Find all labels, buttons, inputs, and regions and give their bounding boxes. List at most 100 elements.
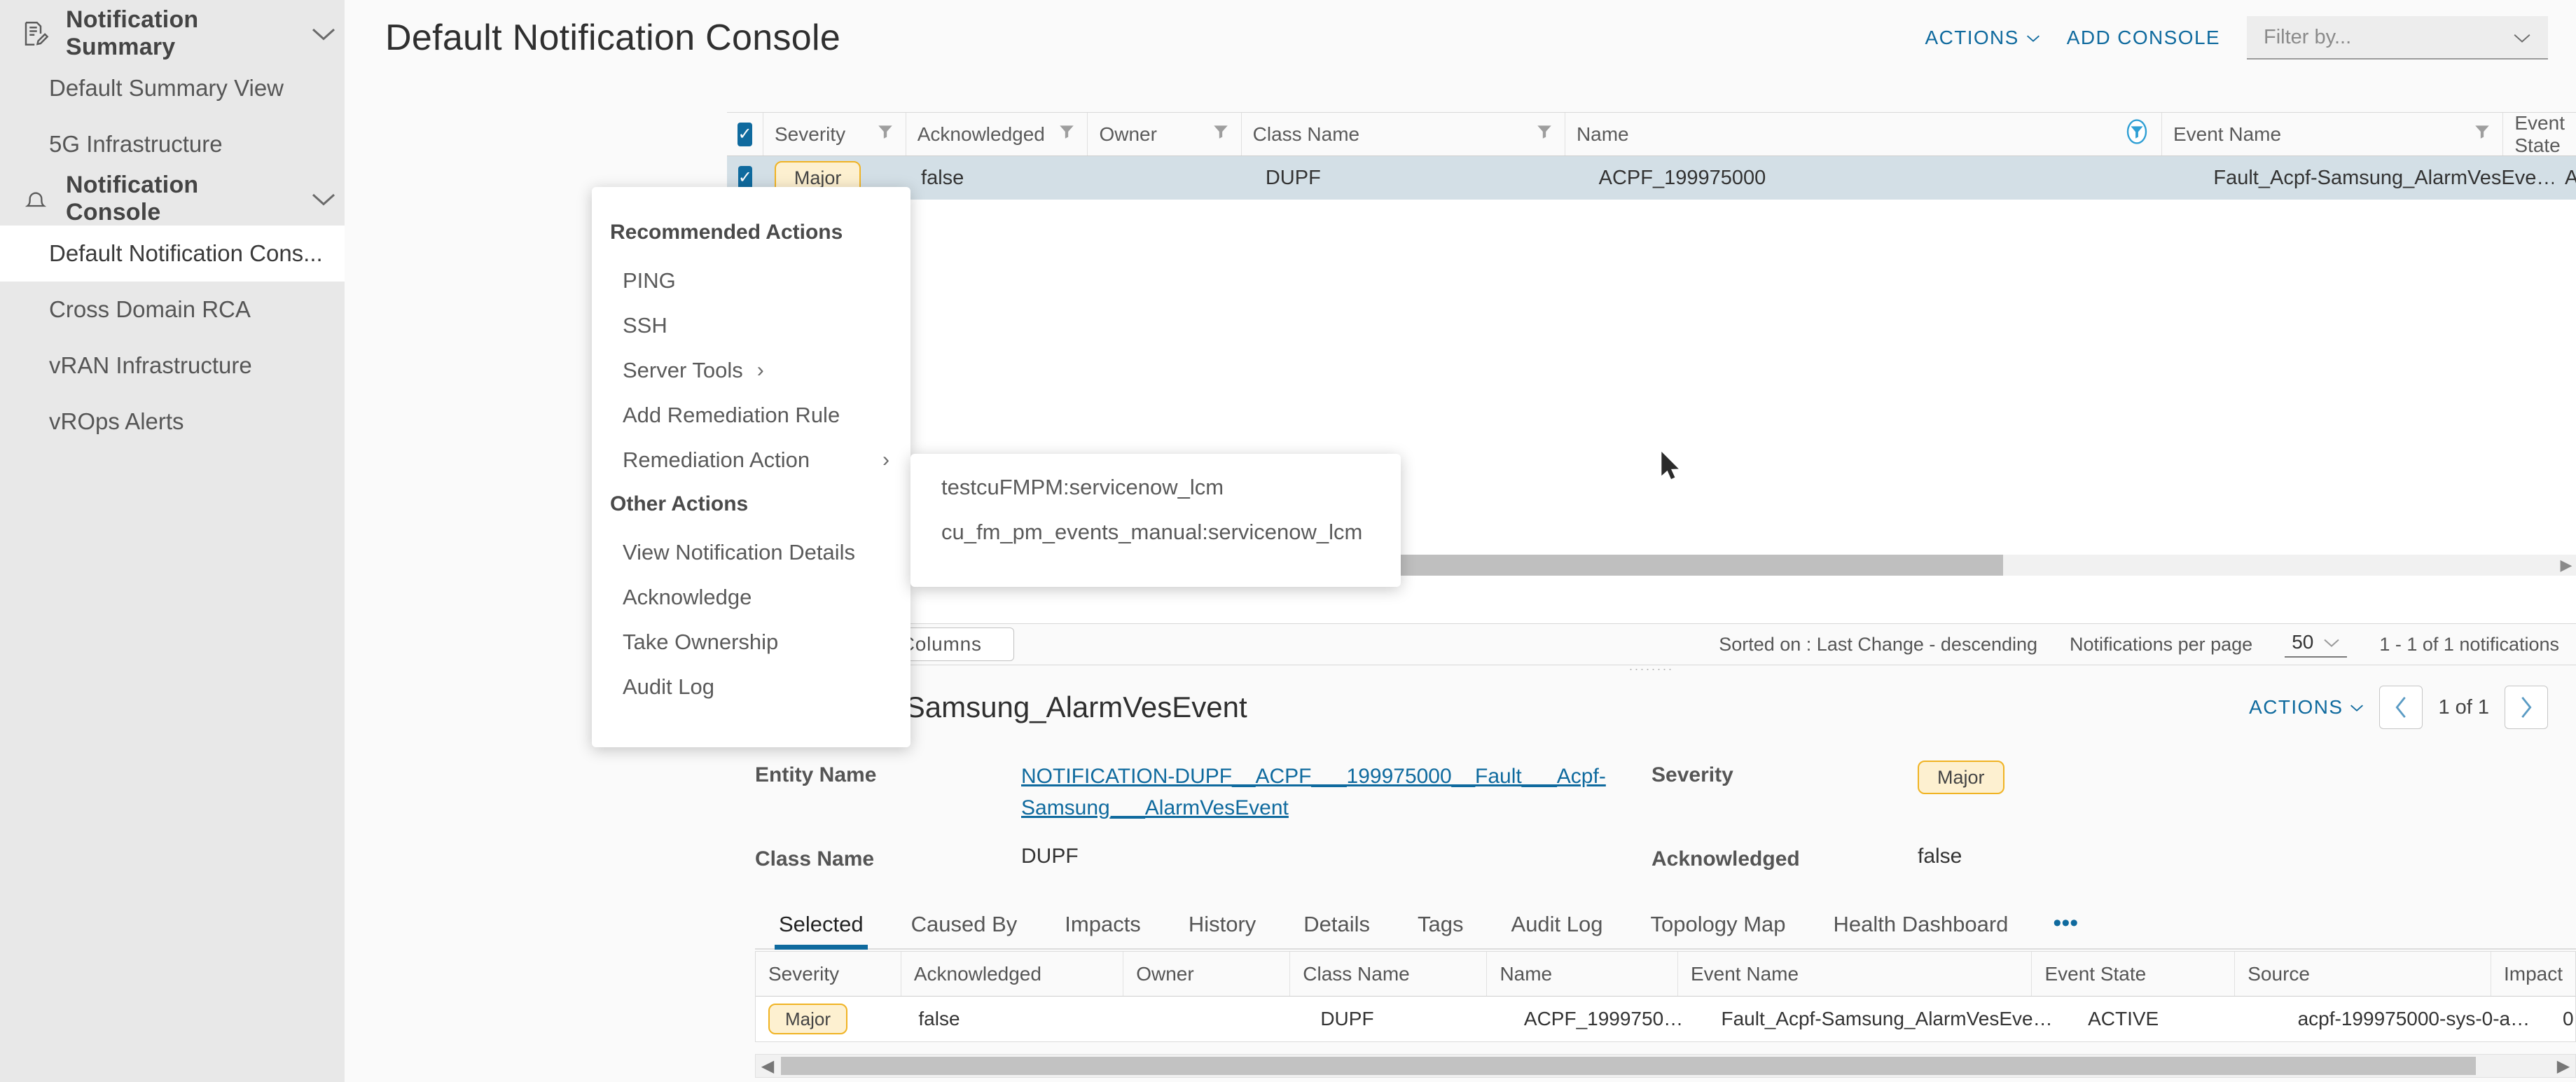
selected-notifications-table: Severity Acknowledged Owner Class Name N… — [755, 951, 2576, 1042]
context-menu-item-take-ownership[interactable]: Take Ownership — [592, 620, 910, 665]
submenu-item-testcufmpm[interactable]: testcuFMPM:servicenow_lcm — [910, 465, 1401, 510]
context-menu-item-ssh[interactable]: SSH — [592, 303, 910, 348]
mouse-cursor — [1661, 452, 1682, 486]
sidebar-item-label: 5G Infrastructure — [49, 131, 223, 157]
tab-caused-by[interactable]: Caused By — [887, 912, 1041, 948]
scroll-left-icon[interactable]: ◀ — [756, 1056, 780, 1076]
menu-item-label: Take Ownership — [623, 630, 779, 654]
filter-by-select[interactable]: Filter by... — [2247, 16, 2548, 60]
bt-column-class-name[interactable]: Class Name — [1290, 952, 1488, 996]
bt-column-severity[interactable]: Severity — [756, 952, 901, 996]
tab-audit-log[interactable]: Audit Log — [1488, 912, 1627, 948]
scroll-right-icon[interactable]: ▶ — [2556, 556, 2576, 574]
actions-button[interactable]: ACTIONS — [1925, 27, 2040, 49]
column-header-severity[interactable]: Severity — [763, 113, 906, 155]
context-menu-item-add-remediation-rule[interactable]: Add Remediation Rule — [592, 393, 910, 438]
chevron-down-icon[interactable] — [303, 26, 345, 41]
chevron-down-icon[interactable] — [303, 191, 345, 207]
nav-group-notification-summary[interactable]: Notification Summary — [0, 6, 345, 60]
tab-history[interactable]: History — [1165, 912, 1280, 948]
sidebar-item-default-notification-console[interactable]: Default Notification Cons... — [0, 226, 345, 282]
menu-item-label: cu_fm_pm_events_manual:servicenow_lcm — [941, 520, 1363, 544]
entity-name-link[interactable]: NOTIFICATION-DUPF__ACPF___199975000__Fau… — [1021, 761, 1651, 824]
table-row[interactable]: Major false DUPF ACPF_1999750… Fault_Acp… — [756, 997, 2575, 1041]
column-header-class-name[interactable]: Class Name — [1242, 113, 1565, 155]
bt-column-acknowledged[interactable]: Acknowledged — [901, 952, 1124, 996]
sidebar-item-default-summary-view[interactable]: Default Summary View — [0, 60, 345, 116]
bottom-horizontal-scrollbar[interactable]: ◀ ▶ — [755, 1054, 2576, 1078]
page-title: Default Notification Console — [385, 18, 841, 58]
submenu-item-cu-fm-pm-events-manual[interactable]: cu_fm_pm_events_manual:servicenow_lcm — [910, 510, 1401, 555]
column-header-acknowledged[interactable]: Acknowledged — [906, 113, 1088, 155]
context-menu-section-recommended: Recommended Actions — [610, 221, 843, 244]
sidebar-item-vrops-alerts[interactable]: vROps Alerts — [0, 394, 345, 450]
filter-icon[interactable] — [876, 123, 894, 146]
tab-selected[interactable]: Selected — [755, 912, 887, 950]
tab-topology-map[interactable]: Topology Map — [1627, 912, 1810, 948]
bt-column-event-state[interactable]: Event State — [2032, 952, 2236, 996]
context-menu-item-server-tools[interactable]: Server Tools › — [592, 348, 910, 393]
sidebar-item-label: Cross Domain RCA — [49, 296, 251, 322]
next-notification-button[interactable] — [2505, 686, 2548, 729]
grid-header-row: ✓ Severity Acknowledged Owner Class Name… — [727, 111, 2576, 156]
context-menu-item-view-notification-details[interactable]: View Notification Details — [592, 530, 910, 575]
column-header-event-name[interactable]: Event Name — [2162, 113, 2504, 155]
tab-label: Health Dashboard — [1833, 912, 2009, 936]
menu-item-label: PING — [623, 268, 676, 293]
tab-label: Impacts — [1065, 912, 1141, 936]
table-row[interactable]: ✓ Major false DUPF ACPF_199975000 Fault_… — [727, 156, 2576, 200]
filter-icon[interactable] — [2473, 123, 2491, 146]
context-menu-item-remediation-action[interactable]: Remediation Action › — [592, 438, 910, 483]
bt-column-event-name[interactable]: Event Name — [1678, 952, 2033, 996]
filter-icon[interactable] — [1535, 123, 1553, 146]
scroll-track[interactable] — [780, 1057, 2551, 1075]
nav-group-label: Notification Summary — [66, 6, 199, 60]
sidebar-item-vran-infrastructure[interactable]: vRAN Infrastructure — [0, 338, 345, 394]
add-console-button[interactable]: ADD CONSOLE — [2067, 27, 2220, 49]
select-all-checkbox[interactable]: ✓ — [738, 122, 752, 146]
tab-health-dashboard[interactable]: Health Dashboard — [1810, 912, 2033, 948]
sidebar-item-cross-domain-rca[interactable]: Cross Domain RCA — [0, 282, 345, 338]
bt-column-owner[interactable]: Owner — [1123, 952, 1291, 996]
field-label: Severity — [1651, 763, 1733, 786]
tab-tags[interactable]: Tags — [1394, 912, 1487, 948]
context-menu-item-acknowledge[interactable]: Acknowledge — [592, 575, 910, 620]
bt-cell-acknowledged: false — [918, 1008, 960, 1029]
tab-overflow-icon[interactable]: ••• — [2032, 910, 2099, 948]
per-page-select[interactable]: 50 — [2285, 631, 2348, 658]
filter-icon[interactable] — [1212, 123, 1230, 146]
column-label: Event State — [2514, 111, 2565, 156]
row-checkbox[interactable]: ✓ — [738, 166, 753, 190]
notifications-range-label: 1 - 1 of 1 notifications — [2379, 633, 2559, 655]
column-header-name[interactable]: Name — [1565, 113, 2162, 155]
previous-notification-button[interactable] — [2379, 686, 2423, 729]
sidebar-item-5g-infrastructure[interactable]: 5G Infrastructure — [0, 116, 345, 172]
scroll-right-icon[interactable]: ▶ — [2551, 1056, 2575, 1076]
menu-item-label: Audit Log — [623, 674, 714, 699]
filter-icon[interactable] — [1058, 123, 1076, 146]
select-all-header[interactable]: ✓ — [727, 113, 763, 155]
detail-actions-button[interactable]: ACTIONS — [2249, 696, 2364, 719]
filter-by-placeholder: Filter by... — [2264, 25, 2352, 48]
bt-column-name[interactable]: Name — [1487, 952, 1678, 996]
menu-item-label: SSH — [623, 313, 667, 338]
scroll-thumb[interactable] — [781, 1057, 2476, 1075]
bt-cell-name: ACPF_1999750… — [1523, 1008, 1684, 1029]
column-header-owner[interactable]: Owner — [1088, 113, 1242, 155]
column-header-event-state[interactable]: Event State — [2503, 111, 2576, 156]
menu-item-label: Add Remediation Rule — [623, 403, 840, 427]
cell-event-state: ACTIVE — [2565, 166, 2576, 189]
context-menu-item-audit-log[interactable]: Audit Log — [592, 665, 910, 709]
tab-label: Details — [1303, 912, 1371, 936]
bt-column-impact[interactable]: Impact — [2491, 952, 2575, 996]
tab-details[interactable]: Details — [1280, 912, 1394, 948]
filter-icon-active[interactable] — [2124, 118, 2150, 150]
sorted-on-label: Sorted on : Last Change - descending — [1719, 633, 2038, 655]
bt-column-source[interactable]: Source — [2235, 952, 2491, 996]
context-menu-item-ping[interactable]: PING — [592, 258, 910, 303]
nav-group-notification-console[interactable]: Notification Console — [0, 172, 345, 226]
tab-impacts[interactable]: Impacts — [1041, 912, 1165, 948]
per-page-label: Notifications per page — [2070, 633, 2253, 655]
bt-cell-severity: Major — [756, 997, 906, 1041]
chevron-down-icon — [2513, 26, 2531, 49]
